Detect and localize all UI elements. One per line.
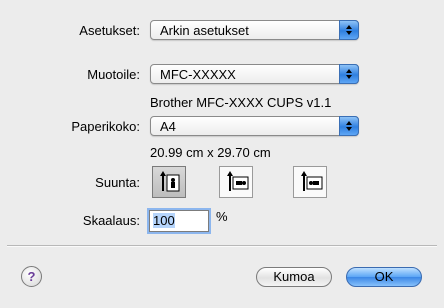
orientation-portrait-button[interactable]: [152, 166, 186, 198]
orientation-landscape-left-button[interactable]: [219, 166, 253, 198]
cancel-button[interactable]: Kumoa: [256, 267, 332, 287]
help-button[interactable]: ?: [21, 266, 42, 287]
landscape-left-orientation-icon: [227, 171, 249, 191]
landscape-right-orientation-icon: [301, 171, 323, 191]
settings-popup[interactable]: Arkin asetukset: [150, 20, 359, 40]
orientation-label: Suunta:: [95, 175, 140, 190]
settings-value: Arkin asetukset: [160, 23, 249, 38]
orientation-landscape-right-button[interactable]: [293, 166, 327, 198]
popup-arrows-icon: [339, 64, 359, 84]
settings-label: Asetukset:: [79, 23, 140, 38]
format-for-value: MFC-XXXXX: [160, 67, 236, 82]
popup-arrows-icon: [339, 20, 359, 40]
scale-label: Skaalaus:: [82, 213, 140, 228]
portrait-orientation-icon: [160, 171, 180, 192]
ok-button[interactable]: OK: [346, 267, 422, 287]
paper-dimensions: 20.99 cm x 29.70 cm: [150, 145, 271, 160]
scale-unit: %: [216, 209, 228, 224]
format-for-label: Muotoile:: [87, 67, 140, 82]
format-for-popup[interactable]: MFC-XXXXX: [150, 64, 359, 84]
paper-size-label: Paperikoko:: [71, 119, 140, 134]
scale-input[interactable]: 100: [149, 210, 209, 232]
printer-driver-info: Brother MFC-XXXX CUPS v1.1: [150, 95, 332, 110]
popup-arrows-icon: [339, 116, 359, 136]
scale-value: 100: [153, 213, 175, 228]
divider: [7, 245, 437, 247]
paper-size-value: A4: [160, 119, 176, 134]
paper-size-popup[interactable]: A4: [150, 116, 359, 136]
